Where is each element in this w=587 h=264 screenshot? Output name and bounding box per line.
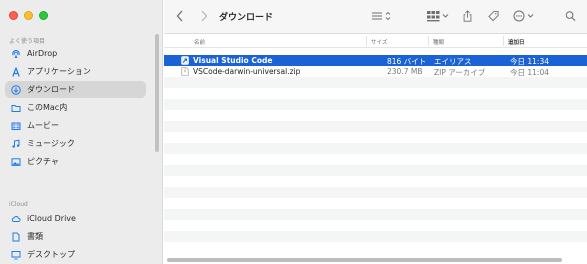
favorites-section-title: よく使う項目 <box>9 38 46 45</box>
window-controls <box>9 11 48 20</box>
search-button[interactable] <box>563 9 577 25</box>
sidebar-scrollbar[interactable] <box>155 34 159 152</box>
empty-row <box>164 121 587 132</box>
sidebar-item-movies[interactable]: ムービー <box>5 117 146 134</box>
column-divider[interactable] <box>428 36 429 46</box>
sidebar-item-music[interactable]: ミュージック <box>5 135 146 152</box>
sidebar-item-label: デスクトップ <box>27 250 75 259</box>
empty-row <box>164 77 587 88</box>
folder-title: ダウンロード <box>219 13 274 23</box>
table-row[interactable]: VSCode-darwin-universal.zip 230.7 MB ZIP… <box>164 66 587 77</box>
finder-window: よく使う項目 AirDrop アプリケーション ダウンロード このMac内 ムー… <box>0 0 587 264</box>
folder-icon <box>10 102 22 114</box>
applications-icon <box>10 66 22 78</box>
horizontal-scrollbar[interactable] <box>167 258 562 262</box>
icloud-icon <box>10 213 22 225</box>
sidebar: よく使う項目 AirDrop アプリケーション ダウンロード このMac内 ムー… <box>0 0 163 264</box>
sidebar-item-pictures[interactable]: ピクチャ <box>5 153 146 170</box>
file-name: Visual Studio Code <box>193 56 273 65</box>
sidebar-item-icloud-drive[interactable]: iCloud Drive <box>5 210 146 227</box>
list-view-icon <box>371 10 393 24</box>
group-button[interactable] <box>426 9 450 25</box>
column-divider[interactable] <box>503 36 504 46</box>
icloud-section-title: iCloud <box>9 201 28 208</box>
music-icon <box>10 138 22 150</box>
back-icon <box>176 10 184 24</box>
airdrop-icon <box>10 48 22 60</box>
tag-icon <box>487 10 499 24</box>
pictures-icon <box>10 156 22 168</box>
sidebar-item-label: このMac内 <box>27 103 68 112</box>
sidebar-item-label: 書類 <box>27 232 43 241</box>
grid-view-icon <box>426 10 450 24</box>
share-icon <box>462 10 473 24</box>
column-kind[interactable]: 種類 <box>433 38 444 46</box>
toolbar: ダウンロード <box>164 0 587 34</box>
column-header: 名前 サイズ 種類 追加日 <box>164 34 587 48</box>
document-icon <box>10 231 22 243</box>
back-button[interactable] <box>174 9 186 25</box>
forward-button[interactable] <box>198 9 210 25</box>
sidebar-item-downloads[interactable]: ダウンロード <box>5 81 146 98</box>
sidebar-item-airdrop[interactable]: AirDrop <box>5 45 146 62</box>
sidebar-item-label: ムービー <box>27 121 59 130</box>
search-icon <box>565 10 576 24</box>
movies-icon <box>10 120 22 132</box>
alias-icon <box>181 56 189 65</box>
more-actions-button[interactable] <box>513 9 537 25</box>
file-size: 230.7 MB <box>387 67 423 76</box>
sidebar-item-desktop[interactable]: デスクトップ <box>5 246 146 263</box>
sidebar-item-label: ピクチャ <box>27 157 59 166</box>
forward-icon <box>200 10 208 24</box>
zoom-button[interactable] <box>39 11 48 20</box>
desktop-icon <box>10 249 22 261</box>
empty-row <box>164 209 587 220</box>
column-size[interactable]: サイズ <box>371 38 387 46</box>
sidebar-item-this-mac[interactable]: このMac内 <box>5 99 146 116</box>
sidebar-item-label: iCloud Drive <box>27 214 76 223</box>
minimize-button[interactable] <box>24 11 33 20</box>
column-date-added[interactable]: 追加日 <box>508 38 525 46</box>
column-name[interactable]: 名前 <box>194 38 205 46</box>
view-options-button[interactable] <box>371 9 393 25</box>
empty-row <box>164 231 587 242</box>
download-icon <box>10 84 22 96</box>
close-button[interactable] <box>9 11 18 20</box>
share-button[interactable] <box>460 9 474 25</box>
sidebar-item-label: ミュージック <box>27 139 75 148</box>
zip-file-icon <box>181 67 189 76</box>
column-divider[interactable] <box>366 36 367 46</box>
tag-button[interactable] <box>486 9 500 25</box>
sidebar-item-label: ダウンロード <box>27 85 75 94</box>
file-name: VSCode-darwin-universal.zip <box>193 67 301 76</box>
empty-row <box>164 187 587 198</box>
sidebar-item-documents[interactable]: 書類 <box>5 228 146 245</box>
empty-row <box>164 99 587 110</box>
sidebar-item-label: AirDrop <box>27 49 58 58</box>
empty-row <box>164 165 587 176</box>
empty-row <box>164 143 587 154</box>
table-row[interactable]: Visual Studio Code 816 バイト エイリアス 今日 11:3… <box>164 55 587 66</box>
more-icon <box>513 10 537 24</box>
sidebar-item-applications[interactable]: アプリケーション <box>5 63 146 80</box>
sidebar-item-label: アプリケーション <box>27 67 91 76</box>
file-list: Visual Studio Code 816 バイト エイリアス 今日 11:3… <box>164 52 587 258</box>
